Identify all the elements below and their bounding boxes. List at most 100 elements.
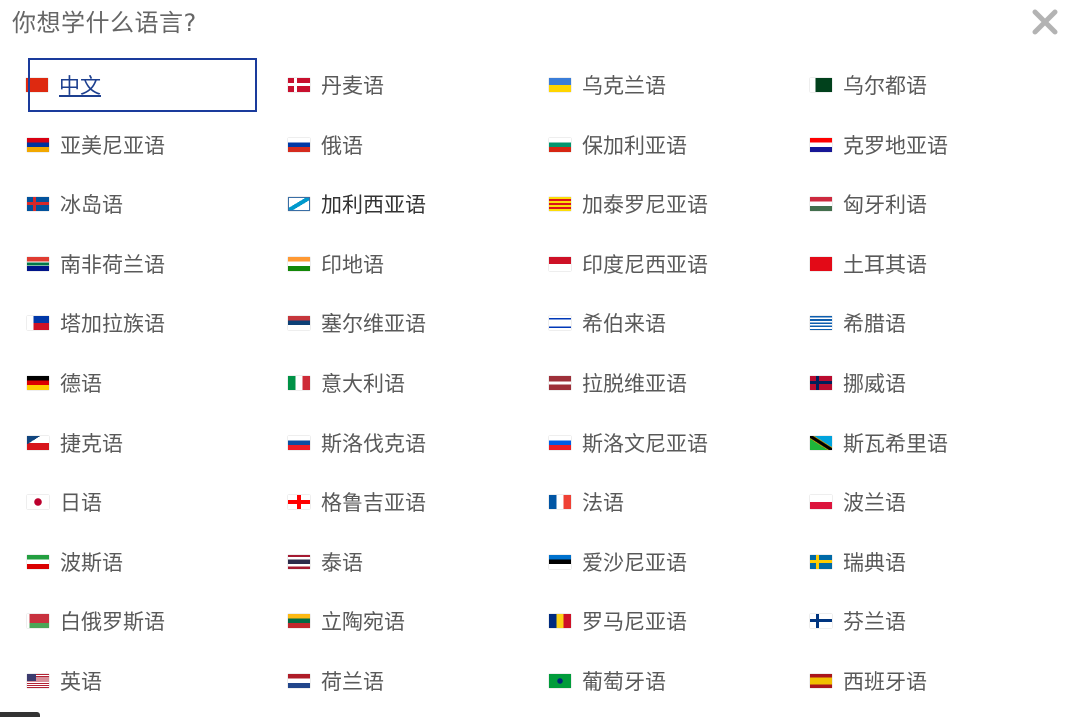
language-grid: 中文 丹麦语 乌克兰语 乌尔都语亚美尼亚语 俄语 保加利亚语 克罗地亚语冰岛语 加利西亚语 加泰… — [20, 56, 1064, 712]
language-option[interactable]: 芬兰语 — [803, 594, 1064, 648]
flag-no-icon — [810, 375, 832, 390]
flag-ge-icon — [288, 495, 310, 510]
dialog-title: 你想学什么语言? — [12, 9, 197, 37]
language-option[interactable]: 塔加拉族语 — [20, 296, 281, 350]
language-label: 中文 — [59, 74, 101, 98]
language-option[interactable]: 格鲁吉亚语 — [281, 475, 542, 529]
language-option[interactable]: 英语 — [20, 654, 281, 708]
language-option[interactable]: 葡萄牙语 — [542, 654, 803, 708]
language-option[interactable]: 波兰语 — [803, 475, 1064, 529]
language-option[interactable]: 德语 — [20, 356, 281, 410]
language-label: 俄语 — [321, 133, 363, 158]
language-label: 斯洛文尼亚语 — [582, 431, 708, 456]
language-option[interactable]: 南非荷兰语 — [20, 237, 281, 291]
flag-ru-icon — [288, 137, 310, 152]
language-option[interactable]: 冰岛语 — [20, 177, 281, 231]
flag-lv-icon — [549, 375, 571, 390]
language-option[interactable]: 立陶宛语 — [281, 594, 542, 648]
flag-br-icon — [549, 673, 571, 688]
language-option[interactable]: 爱沙尼亚语 — [542, 535, 803, 589]
language-label: 冰岛语 — [60, 193, 123, 218]
flag-cn-icon — [26, 78, 48, 92]
language-label: 土耳其语 — [843, 252, 927, 277]
language-option[interactable]: 波斯语 — [20, 535, 281, 589]
language-option[interactable]: 日语 — [20, 475, 281, 529]
language-label: 立陶宛语 — [321, 610, 405, 635]
language-option[interactable]: 斯洛文尼亚语 — [542, 416, 803, 470]
language-option[interactable]: 印度尼西亚语 — [542, 237, 803, 291]
language-label: 捷克语 — [60, 431, 123, 456]
language-option[interactable]: 保加利亚语 — [542, 118, 803, 172]
language-label: 南非荷兰语 — [60, 252, 165, 277]
flag-gr-icon — [810, 316, 832, 331]
language-option[interactable]: 泰语 — [281, 535, 542, 589]
language-option[interactable]: 加利西亚语 — [281, 177, 542, 231]
language-label: 波兰语 — [843, 491, 906, 516]
scrollbar-thumb[interactable] — [0, 712, 40, 717]
language-label: 丹麦语 — [321, 74, 384, 98]
language-label: 匈牙利语 — [843, 193, 927, 218]
language-option[interactable]: 乌尔都语 — [803, 58, 1064, 112]
language-option[interactable]: 匈牙利语 — [803, 177, 1064, 231]
flag-ir-icon — [27, 554, 49, 569]
language-option[interactable]: 乌克兰语 — [542, 58, 803, 112]
language-option[interactable]: 加泰罗尼亚语 — [542, 177, 803, 231]
language-option[interactable]: 丹麦语 — [281, 58, 542, 112]
flag-si-icon — [549, 435, 571, 450]
language-label: 希腊语 — [843, 312, 906, 337]
language-label: 印度尼西亚语 — [582, 252, 708, 277]
language-label: 斯洛伐克语 — [321, 431, 426, 456]
language-label: 加利西亚语 — [321, 193, 426, 218]
flag-ee-icon — [549, 554, 571, 569]
flag-it-icon — [288, 375, 310, 390]
language-label: 塞尔维亚语 — [321, 312, 426, 337]
language-option[interactable]: 西班牙语 — [803, 654, 1064, 708]
flag-ro-icon — [549, 614, 571, 629]
language-option[interactable]: 塞尔维亚语 — [281, 296, 542, 350]
language-option[interactable]: 拉脱维亚语 — [542, 356, 803, 410]
close-button[interactable] — [1027, 4, 1063, 40]
language-option[interactable]: 土耳其语 — [803, 237, 1064, 291]
language-label: 泰语 — [321, 550, 363, 575]
language-option[interactable]: 俄语 — [281, 118, 542, 172]
language-option[interactable]: 意大利语 — [281, 356, 542, 410]
language-label: 罗马尼亚语 — [582, 610, 687, 635]
flag-ct-icon — [549, 197, 571, 212]
language-label: 斯瓦希里语 — [843, 431, 948, 456]
flag-bg-icon — [549, 137, 571, 152]
language-option[interactable]: 中文 — [26, 58, 257, 112]
language-option[interactable]: 荷兰语 — [281, 654, 542, 708]
language-option[interactable]: 印地语 — [281, 237, 542, 291]
language-label: 希伯来语 — [582, 312, 666, 337]
language-label: 西班牙语 — [843, 669, 927, 694]
language-option[interactable]: 白俄罗斯语 — [20, 594, 281, 648]
language-option[interactable]: 瑞典语 — [803, 535, 1064, 589]
language-option[interactable]: 法语 — [542, 475, 803, 529]
flag-dk-icon — [288, 78, 310, 92]
flag-fi-icon — [810, 614, 832, 629]
flag-il-icon — [549, 316, 571, 331]
flag-is-icon — [27, 197, 49, 212]
language-label: 挪威语 — [843, 371, 906, 396]
language-label: 芬兰语 — [843, 610, 906, 635]
language-option[interactable]: 罗马尼亚语 — [542, 594, 803, 648]
flag-in-icon — [288, 256, 310, 271]
language-option[interactable]: 斯瓦希里语 — [803, 416, 1064, 470]
language-option[interactable]: 挪威语 — [803, 356, 1064, 410]
language-option[interactable]: 希腊语 — [803, 296, 1064, 350]
flag-th-icon — [288, 554, 310, 569]
language-option[interactable]: 希伯来语 — [542, 296, 803, 350]
language-option[interactable]: 斯洛伐克语 — [281, 416, 542, 470]
language-option[interactable]: 克罗地亚语 — [803, 118, 1064, 172]
language-option[interactable]: 捷克语 — [20, 416, 281, 470]
language-label: 意大利语 — [321, 371, 405, 396]
language-label: 拉脱维亚语 — [582, 371, 687, 396]
language-label: 加泰罗尼亚语 — [582, 193, 708, 218]
language-label: 保加利亚语 — [582, 133, 687, 158]
language-label: 荷兰语 — [321, 669, 384, 694]
flag-us-icon — [27, 673, 49, 688]
flag-gl-icon — [288, 197, 310, 212]
flag-se-icon — [810, 554, 832, 569]
language-option[interactable]: 亚美尼亚语 — [20, 118, 281, 172]
flag-fr-icon — [549, 495, 571, 510]
